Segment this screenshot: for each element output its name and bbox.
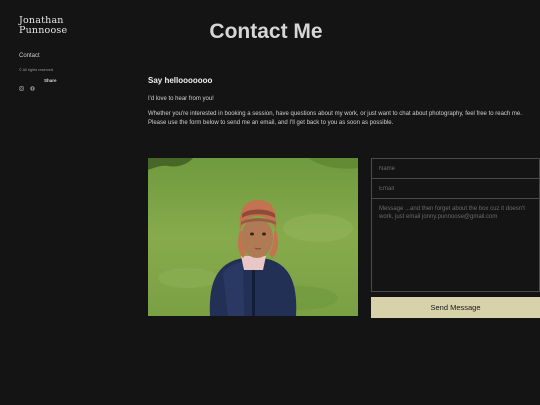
email-field[interactable] [371,178,540,199]
intro-paragraph-2: Whether you're interested in booking a s… [148,111,522,127]
intro-paragraph-1: I'd love to hear from you! [148,96,214,102]
facebook-icon[interactable] [30,78,35,91]
name-field[interactable] [371,158,540,179]
intro-heading: Say hellooooooo [148,76,213,85]
nav-contact-link[interactable]: Contact [19,53,119,59]
contact-photo [148,158,358,316]
contact-form: Send Message [371,158,540,318]
page-title: Contact Me [209,20,323,43]
instagram-icon[interactable] [19,78,24,91]
message-field[interactable] [371,198,540,292]
send-message-button[interactable]: Send Message [371,297,540,318]
share-button[interactable]: Share [44,78,57,83]
copyright-text: © All rights reserved [19,68,54,72]
intro-section: Say hellooooooo I'd love to hear from yo… [148,76,538,129]
social-links: Share [19,78,119,91]
